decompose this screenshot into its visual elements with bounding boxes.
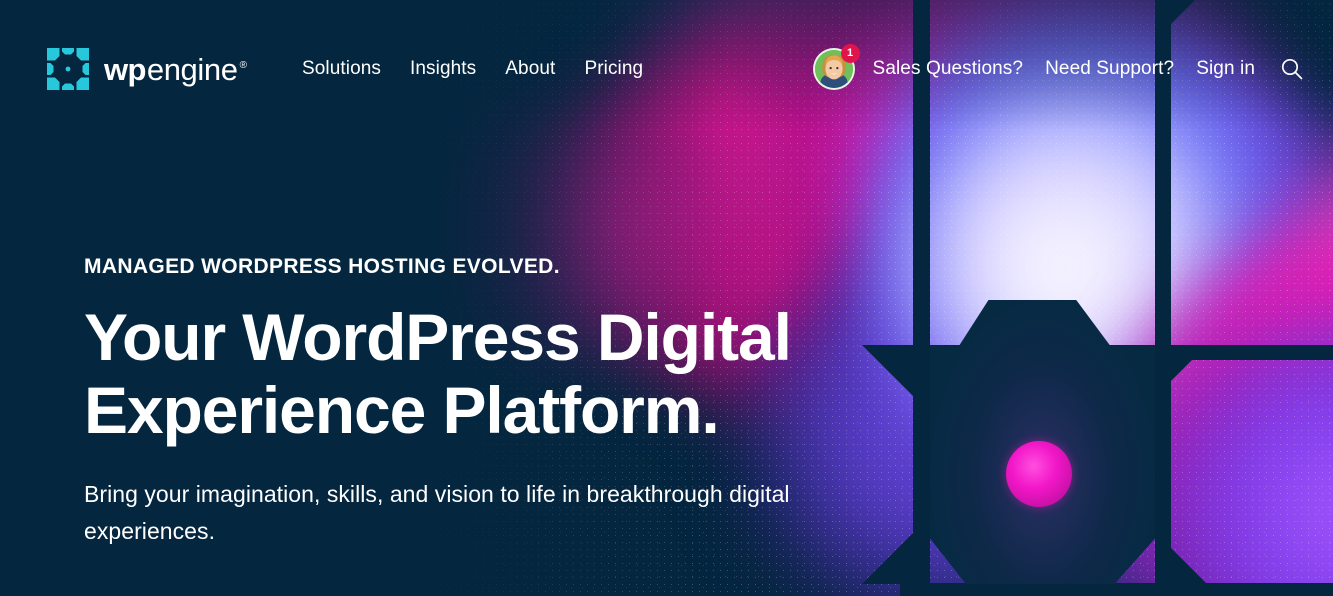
nav-item-insights[interactable]: Insights (410, 58, 476, 80)
header-inner: wp engine ® Solutions Insights About Pri… (0, 0, 1333, 91)
nav-item-pricing[interactable]: Pricing (584, 58, 643, 80)
wp-engine-logo-icon (46, 47, 90, 91)
search-icon (1281, 58, 1303, 80)
hero-subheading: Bring your imagination, skills, and visi… (84, 480, 790, 544)
brand-engine-text: engine (146, 51, 238, 87)
mask-gutter (900, 583, 1333, 596)
mask-chamfer (1318, 345, 1333, 397)
avatar-notification-badge: 1 (840, 44, 860, 63)
logo-center-glow (930, 300, 1155, 584)
nav-item-sign-in[interactable]: Sign in (1196, 58, 1255, 80)
hero-headline: Your WordPress Digital Experience Platfo… (84, 300, 944, 448)
nav-item-need-support[interactable]: Need Support? (1045, 58, 1174, 80)
brand-registered-mark: ® (239, 59, 247, 71)
hero-eyebrow: MANAGED WORDPRESS HOSTING EVOLVED. (84, 255, 560, 278)
sales-agent-avatar-wrap[interactable]: 1 (812, 44, 860, 90)
mask-chamfer (930, 583, 990, 596)
hero-headline-line-1: Your WordPress Digital (84, 300, 792, 374)
search-button[interactable] (1279, 56, 1305, 82)
art-blob (1110, 230, 1333, 596)
art-blob (1130, 310, 1333, 596)
logo-center-dot (1006, 441, 1072, 507)
art-blob (1250, 110, 1333, 530)
nav-item-sales-questions[interactable]: Sales Questions? (873, 58, 1024, 80)
brand-wp-text: wp (104, 51, 146, 87)
hero-headline-line-2: Experience Platform. (84, 373, 720, 448)
mask-chamfer (1155, 345, 1207, 397)
mask-gutter (900, 345, 1333, 360)
hero-content: MANAGED WORDPRESS HOSTING EVOLVED. Your … (84, 255, 944, 550)
primary-navigation: Solutions Insights About Pricing (302, 58, 643, 80)
nav-item-solutions[interactable]: Solutions (302, 58, 381, 80)
page-root: wp engine ® Solutions Insights About Pri… (0, 0, 1333, 596)
mask-chamfer (1095, 583, 1155, 596)
site-header: wp engine ® Solutions Insights About Pri… (0, 0, 1333, 122)
nav-item-about[interactable]: About (505, 58, 555, 80)
mask-chamfer (1155, 532, 1207, 584)
brand-logo-link[interactable]: wp engine ® (46, 47, 247, 91)
logo-center-block (930, 300, 1155, 584)
art-blob (900, 120, 1230, 450)
brand-wordmark: wp engine ® (104, 54, 247, 85)
secondary-navigation: 1 Sales Questions? Need Support? Sign in (812, 44, 1305, 90)
